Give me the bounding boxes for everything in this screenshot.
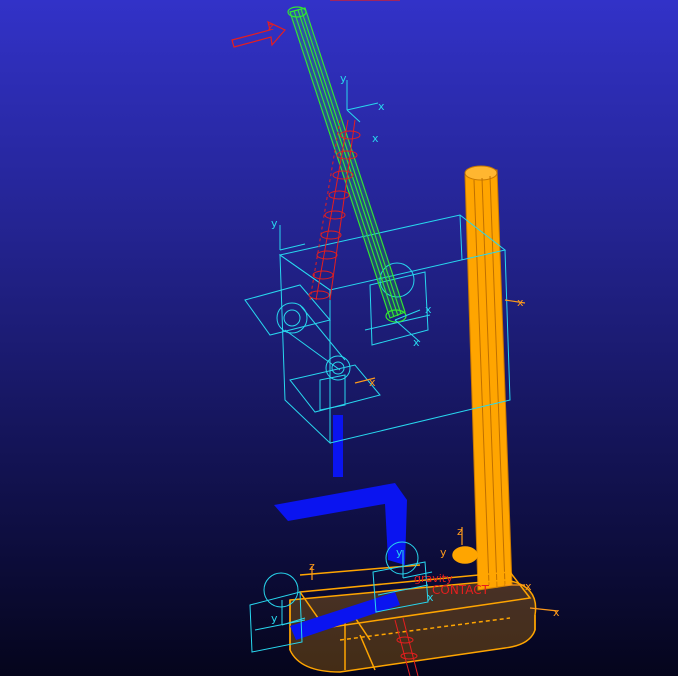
green-arm[interactable] <box>287 6 407 323</box>
axis-label-y: y <box>340 72 347 85</box>
model-scene[interactable]: y x x z y x x x x z y z y y x x x gravit… <box>0 0 678 676</box>
axis-label-y: y <box>396 546 403 559</box>
axis-label-x: x <box>369 376 376 389</box>
axis-label-y: y <box>271 217 278 230</box>
axis-label-z: z <box>309 560 315 573</box>
contact-label: CONTACT <box>432 583 490 597</box>
axis-label-x: x <box>372 132 379 145</box>
axis-label-z: z <box>457 525 463 538</box>
axis-label-x: x <box>553 606 560 619</box>
axis-label-x: x <box>517 296 524 309</box>
axis-label-x: x <box>425 303 432 316</box>
orange-pillar[interactable] <box>464 165 513 591</box>
axis-label-y: y <box>440 546 447 559</box>
orange-triads <box>311 299 559 612</box>
axis-label-x: x <box>525 580 532 593</box>
axis-label-z: z <box>268 20 274 33</box>
3d-viewport[interactable]: y x x z y x x x x z y z y y x x x gravit… <box>0 0 678 676</box>
axis-label-x: x <box>413 336 420 349</box>
axis-label-x: x <box>378 100 385 113</box>
axis-label-y: y <box>271 612 278 625</box>
